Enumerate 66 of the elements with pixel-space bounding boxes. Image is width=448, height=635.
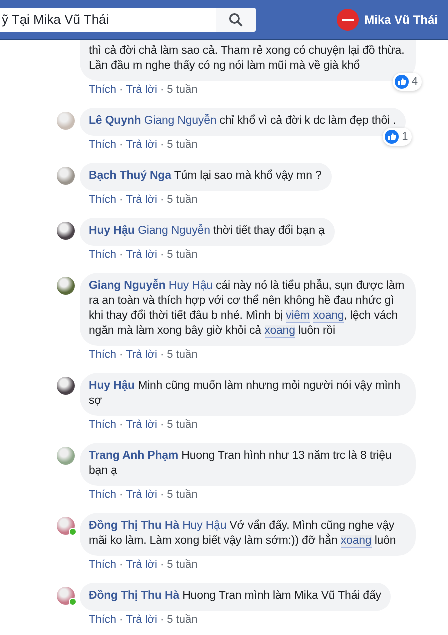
search-field[interactable]: ỹ Tại Mika Vũ Thái xyxy=(0,8,216,32)
avatar[interactable] xyxy=(57,277,75,295)
avatar[interactable] xyxy=(57,377,75,395)
comment-text: Giang Nguyễn Huy Hậu cái này nó là tiểu phẫu, sụn được làm ra an toàn và thích hợp với cơ thể nên không hề đau nhức gì khi thay đổi thời tiết đâu b nhé. Mình bị viêm xoang, lệch vách ngăn mà làm xong bây giờ khỏi cả xoang luôn rồi xyxy=(89,279,406,339)
like-link[interactable]: Thích xyxy=(89,83,117,98)
profile-link[interactable]: Mika Vũ Thái xyxy=(336,8,438,30)
like-link[interactable]: Thích xyxy=(89,558,117,573)
like-link[interactable]: Thích xyxy=(89,138,117,153)
avatar[interactable] xyxy=(57,222,75,240)
reply-link[interactable]: Trả lời xyxy=(126,613,158,628)
timestamp: 5 tuần xyxy=(167,418,198,433)
comment-text: Huy Hậu Minh cũng muốn làm nhưng mỏi người nói vậy mình sợ xyxy=(89,379,402,409)
reaction-count[interactable]: 4 xyxy=(392,73,422,91)
separator: · xyxy=(120,348,124,363)
timestamp: 5 tuần xyxy=(167,613,198,628)
comment-text: Đồng Thị Thu Hà Huong Tran mình làm Mika Vũ Thái đấy xyxy=(89,589,382,604)
comment-text: Lê Quynh Giang Nguyễn chỉ khổ vì cả đời k dc làm đẹp thôi . xyxy=(89,114,396,129)
timestamp: 5 tuần xyxy=(167,348,198,363)
like-icon xyxy=(394,75,409,89)
reply-link[interactable]: Trả lời xyxy=(126,558,158,573)
reaction-count[interactable]: 1 xyxy=(383,128,412,146)
reply-link[interactable]: Trả lời xyxy=(126,418,158,433)
separator: · xyxy=(160,613,164,628)
like-link[interactable]: Thích xyxy=(89,488,117,503)
separator: · xyxy=(120,488,124,503)
reply-link[interactable]: Trả lời xyxy=(126,138,158,153)
like-link[interactable]: Thích xyxy=(89,248,117,263)
timestamp: 5 tuần xyxy=(167,558,198,573)
logo-icon xyxy=(336,8,359,30)
timestamp: 5 tuần xyxy=(167,83,198,98)
search-button[interactable] xyxy=(216,8,256,32)
reply-link[interactable]: Trả lời xyxy=(126,348,158,363)
separator: · xyxy=(120,418,124,433)
separator: · xyxy=(160,488,164,503)
reply-link[interactable]: Trả lời xyxy=(126,83,158,98)
comment-text: thì cả đời chả làm sao cả. Tham rẻ xong có chuyện lại đồ thừa. Lần đầu m nghe thấy có ng nói làm mũi mà về già khổ xyxy=(89,44,406,74)
separator: · xyxy=(160,248,164,263)
separator: · xyxy=(160,348,164,363)
separator: · xyxy=(160,83,164,98)
timestamp: 5 tuần xyxy=(167,193,198,208)
reply-link[interactable]: Trả lời xyxy=(126,193,158,208)
like-link[interactable]: Thích xyxy=(89,193,117,208)
timestamp: 5 tuần xyxy=(167,138,198,153)
like-link[interactable]: Thích xyxy=(89,348,117,363)
separator: · xyxy=(120,613,124,628)
separator: · xyxy=(120,138,124,153)
reply-link[interactable]: Trả lời xyxy=(126,248,158,263)
timestamp: 5 tuần xyxy=(167,248,198,263)
separator: · xyxy=(120,558,124,573)
separator: · xyxy=(160,193,164,208)
comment-text: Huy Hậu Giang Nguyễn thời tiết thay đổi bạn ạ xyxy=(89,224,325,239)
separator: · xyxy=(120,193,124,208)
search-icon xyxy=(229,12,243,26)
reply-link[interactable]: Trả lời xyxy=(126,488,158,503)
separator: · xyxy=(160,558,164,573)
comment-text: Đồng Thị Thu Hà Huy Hậu Vớ vẩn đấy. Mình cũng nghe vậy mãi ko làm. Làm xong biết vậy làm sớm:)) đỡ hẳn xoang luôn xyxy=(89,519,398,549)
comment-text: Trang Anh Phạm Huong Tran hình như 13 năm trc là 8 triệu bạn ạ xyxy=(89,449,393,479)
separator: · xyxy=(160,418,164,433)
timestamp: 5 tuần xyxy=(167,488,198,503)
comment-text: Bạch Thuý Nga Túm lại sao mà khổ vậy mn ? xyxy=(89,169,322,184)
like-link[interactable]: Thích xyxy=(89,418,117,433)
like-icon xyxy=(385,130,400,144)
separator: · xyxy=(160,138,164,153)
separator: · xyxy=(120,248,124,263)
like-link[interactable]: Thích xyxy=(89,613,117,628)
separator: · xyxy=(120,83,124,98)
